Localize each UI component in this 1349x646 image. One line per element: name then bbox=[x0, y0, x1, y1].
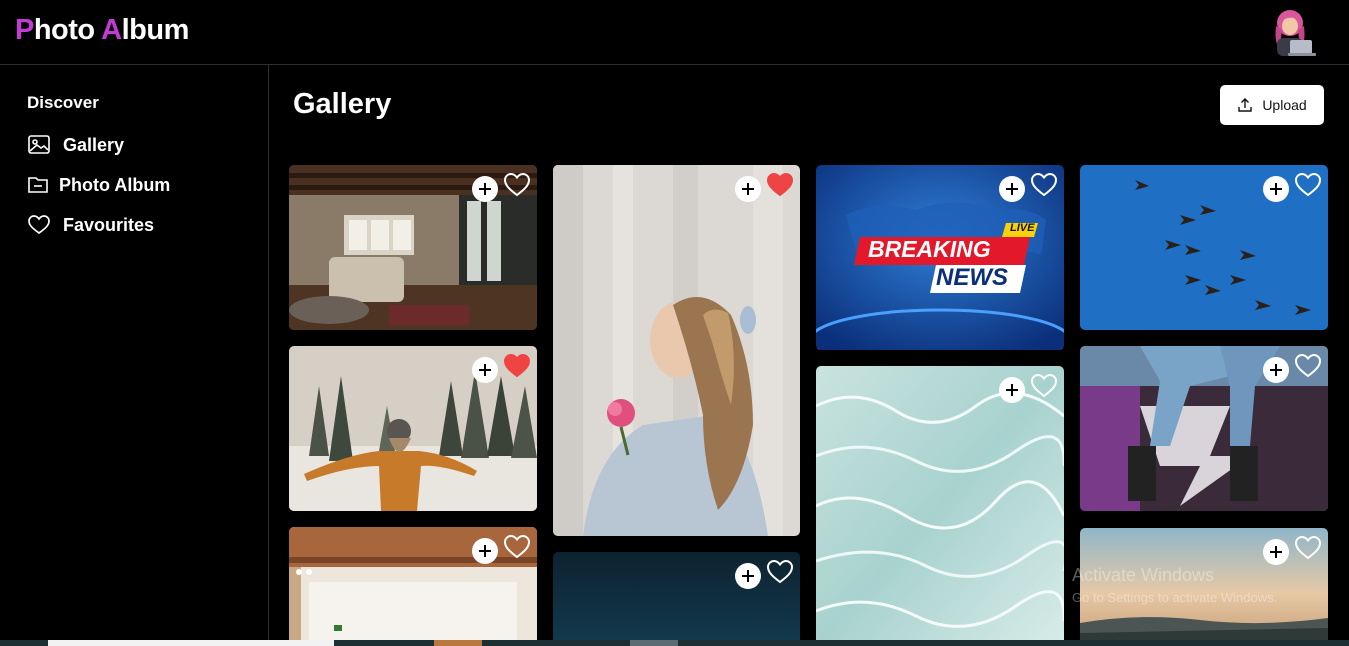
sidebar-item-label: Photo Album bbox=[59, 174, 171, 195]
add-to-album-button[interactable] bbox=[1263, 539, 1289, 565]
favourite-button[interactable] bbox=[766, 559, 794, 585]
add-to-album-button[interactable] bbox=[472, 176, 498, 202]
taskbar-item[interactable] bbox=[630, 640, 678, 646]
heart-outline-icon bbox=[1030, 172, 1058, 197]
add-to-album-button[interactable] bbox=[735, 176, 761, 202]
plus-icon bbox=[1270, 546, 1282, 558]
heart-outline-icon bbox=[1294, 172, 1322, 197]
sidebar-item-photo-album[interactable]: Photo Album bbox=[27, 172, 170, 198]
add-to-album-button[interactable] bbox=[1263, 176, 1289, 202]
photo-pool-water bbox=[816, 366, 1064, 646]
logo-letter-a: A bbox=[101, 14, 122, 46]
app-logo[interactable]: Photo Album bbox=[15, 14, 189, 47]
favourite-button[interactable] bbox=[1030, 373, 1058, 399]
heart-outline-icon bbox=[503, 172, 531, 197]
plus-icon bbox=[479, 364, 491, 376]
plus-icon bbox=[479, 545, 491, 557]
plus-icon bbox=[742, 570, 754, 582]
top-bar: Photo Album bbox=[0, 0, 1349, 65]
heart-filled-icon bbox=[503, 353, 531, 378]
avatar[interactable] bbox=[1262, 4, 1318, 60]
heart-outline-icon bbox=[1030, 373, 1058, 398]
photo-bright-room bbox=[289, 527, 537, 646]
news-banner-bottom: NEWS bbox=[936, 264, 1008, 291]
heart-outline-icon bbox=[1294, 535, 1322, 560]
favourite-button[interactable] bbox=[1030, 172, 1058, 198]
heart-filled-icon bbox=[766, 172, 794, 197]
favourite-button[interactable] bbox=[503, 534, 531, 560]
plus-icon bbox=[1270, 364, 1282, 376]
photo-card[interactable] bbox=[1080, 165, 1328, 330]
photo-living-room bbox=[289, 165, 537, 330]
upload-label: Upload bbox=[1262, 97, 1307, 113]
sidebar-item-gallery[interactable]: Gallery bbox=[27, 132, 124, 158]
sidebar: Discover Gallery Photo Album Favourites bbox=[0, 65, 269, 646]
photo-card[interactable]: LIVE BREAKING NEWS bbox=[816, 165, 1064, 350]
photo-card[interactable] bbox=[816, 366, 1064, 646]
taskbar-item[interactable] bbox=[48, 640, 334, 646]
upload-button[interactable]: Upload bbox=[1220, 85, 1324, 125]
photo-graffiti-legs bbox=[1080, 346, 1328, 511]
news-live-tag: LIVE bbox=[1010, 222, 1035, 234]
photo-snow-forest bbox=[289, 346, 537, 511]
favourite-button[interactable] bbox=[1294, 172, 1322, 198]
favourite-button[interactable] bbox=[766, 172, 794, 198]
add-to-album-button[interactable] bbox=[472, 538, 498, 564]
logo-text-part: lbum bbox=[121, 14, 190, 46]
sidebar-heading: Discover bbox=[27, 93, 99, 112]
watermark-subtitle: Go to Settings to activate Windows. bbox=[1072, 590, 1278, 605]
photo-card[interactable] bbox=[289, 346, 537, 511]
folder-icon bbox=[28, 177, 48, 193]
add-to-album-button[interactable] bbox=[999, 377, 1025, 403]
heart-outline-icon bbox=[766, 559, 794, 584]
taskbar bbox=[0, 640, 1349, 646]
photo-geese-sky bbox=[1080, 165, 1328, 330]
favourite-button[interactable] bbox=[1294, 535, 1322, 561]
upload-icon bbox=[1238, 98, 1253, 112]
taskbar-item[interactable] bbox=[434, 640, 482, 646]
add-to-album-button[interactable] bbox=[1263, 357, 1289, 383]
sidebar-item-label: Gallery bbox=[63, 134, 125, 155]
plus-icon bbox=[1006, 384, 1018, 396]
photo-card[interactable] bbox=[553, 165, 800, 536]
plus-icon bbox=[742, 183, 754, 195]
plus-icon bbox=[1270, 183, 1282, 195]
add-to-album-button[interactable] bbox=[735, 563, 761, 589]
sidebar-item-favourites[interactable]: Favourites bbox=[27, 212, 154, 238]
logo-letter-p: P bbox=[15, 14, 34, 46]
photo-card[interactable] bbox=[1080, 346, 1328, 511]
plus-icon bbox=[479, 183, 491, 195]
heart-outline-icon bbox=[1294, 353, 1322, 378]
favourite-button[interactable] bbox=[503, 353, 531, 379]
watermark-title: Activate Windows bbox=[1072, 565, 1215, 585]
favourite-button[interactable] bbox=[503, 172, 531, 198]
image-icon bbox=[28, 135, 50, 154]
news-banner-top: BREAKING bbox=[868, 236, 991, 262]
add-to-album-button[interactable] bbox=[472, 357, 498, 383]
photo-card[interactable] bbox=[289, 527, 537, 646]
plus-icon bbox=[1006, 183, 1018, 195]
add-to-album-button[interactable] bbox=[999, 176, 1025, 202]
photo-dark-blue bbox=[553, 552, 800, 646]
sidebar-item-label: Favourites bbox=[63, 214, 155, 235]
page-title: Gallery bbox=[293, 88, 392, 120]
heart-icon bbox=[28, 215, 50, 235]
favourite-button[interactable] bbox=[1294, 353, 1322, 379]
activation-watermark: Activate Windows Go to Settings to activ… bbox=[1072, 565, 1277, 605]
photo-card[interactable] bbox=[289, 165, 537, 330]
logo-text-part: hoto bbox=[33, 14, 102, 46]
photo-card[interactable] bbox=[553, 552, 800, 646]
photo-woman-flower bbox=[553, 165, 800, 536]
heart-outline-icon bbox=[503, 534, 531, 559]
